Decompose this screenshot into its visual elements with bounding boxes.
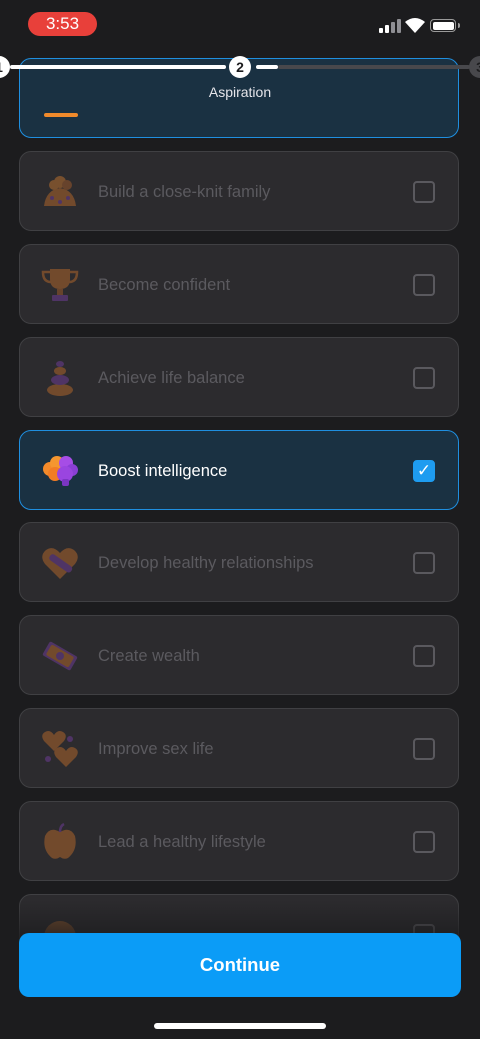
home-indicator[interactable] (154, 1023, 326, 1029)
option-label: Build a close-knit family (98, 183, 271, 201)
option-card-balance[interactable]: Achieve life balance ✓ (19, 337, 459, 417)
option-card-healthy-lifestyle[interactable]: Lead a healthy lifestyle ✓ (19, 801, 459, 881)
step-connector-completed (10, 65, 226, 69)
option-checkbox[interactable]: ✓ (413, 181, 435, 203)
option-label: Lead a healthy lifestyle (98, 833, 266, 851)
family-icon (44, 176, 76, 206)
option-label: Achieve life balance (98, 369, 245, 387)
option-checkbox[interactable]: ✓ (413, 274, 435, 296)
step-2-label: Aspiration (208, 84, 272, 100)
battery-icon (430, 19, 460, 32)
partial-card-icon (44, 113, 78, 117)
option-label: Become confident (98, 276, 231, 294)
option-card-intelligence[interactable]: Boost intelligence ✓ (19, 430, 459, 510)
step-3-indicator: 3 (469, 56, 480, 78)
option-checkbox[interactable]: ✓ (413, 645, 435, 667)
option-card-sex-life[interactable]: Improve sex life ✓ (19, 708, 459, 788)
trophy-icon (41, 269, 79, 301)
step-1-indicator: 1 (0, 56, 10, 78)
option-checkbox[interactable]: ✓ (413, 367, 435, 389)
status-bar: 3:53 (0, 0, 480, 50)
step-2-indicator: 2 (229, 56, 251, 78)
heart-bandage-icon (42, 548, 78, 579)
progress-stepper: 1 2 3 Aspiration (0, 52, 480, 102)
option-label: Develop healthy relationships (98, 554, 314, 572)
hearts-icon (42, 731, 78, 767)
status-time: 3:53 (28, 12, 97, 36)
option-card-relationships[interactable]: Develop healthy relationships ✓ (19, 522, 459, 602)
option-card-confident[interactable]: Become confident ✓ (19, 244, 459, 324)
step-connector-current (256, 65, 278, 69)
brain-icon (43, 456, 78, 486)
continue-button[interactable]: Continue (19, 933, 461, 997)
option-card-wealth[interactable]: Create wealth ✓ (19, 615, 459, 695)
option-checkbox[interactable]: ✓ (413, 738, 435, 760)
option-card-family[interactable]: Build a close-knit family ✓ (19, 151, 459, 231)
option-checkbox[interactable]: ✓ (413, 552, 435, 574)
option-checkbox[interactable]: ✓ (413, 831, 435, 853)
step-connector-upcoming (278, 65, 470, 69)
check-icon: ✓ (416, 461, 432, 480)
option-label: Improve sex life (98, 740, 214, 758)
wifi-icon (405, 18, 425, 33)
option-label: Create wealth (98, 647, 200, 665)
option-checkbox[interactable]: ✓ (413, 460, 435, 482)
option-label: Boost intelligence (98, 462, 228, 480)
balance-stones-icon (47, 361, 73, 396)
apple-icon (44, 822, 76, 859)
aspiration-options-list[interactable]: Build a close-knit family ✓ Become confi… (0, 0, 480, 1039)
money-icon (42, 641, 78, 671)
cellular-signal-icon (379, 19, 401, 33)
